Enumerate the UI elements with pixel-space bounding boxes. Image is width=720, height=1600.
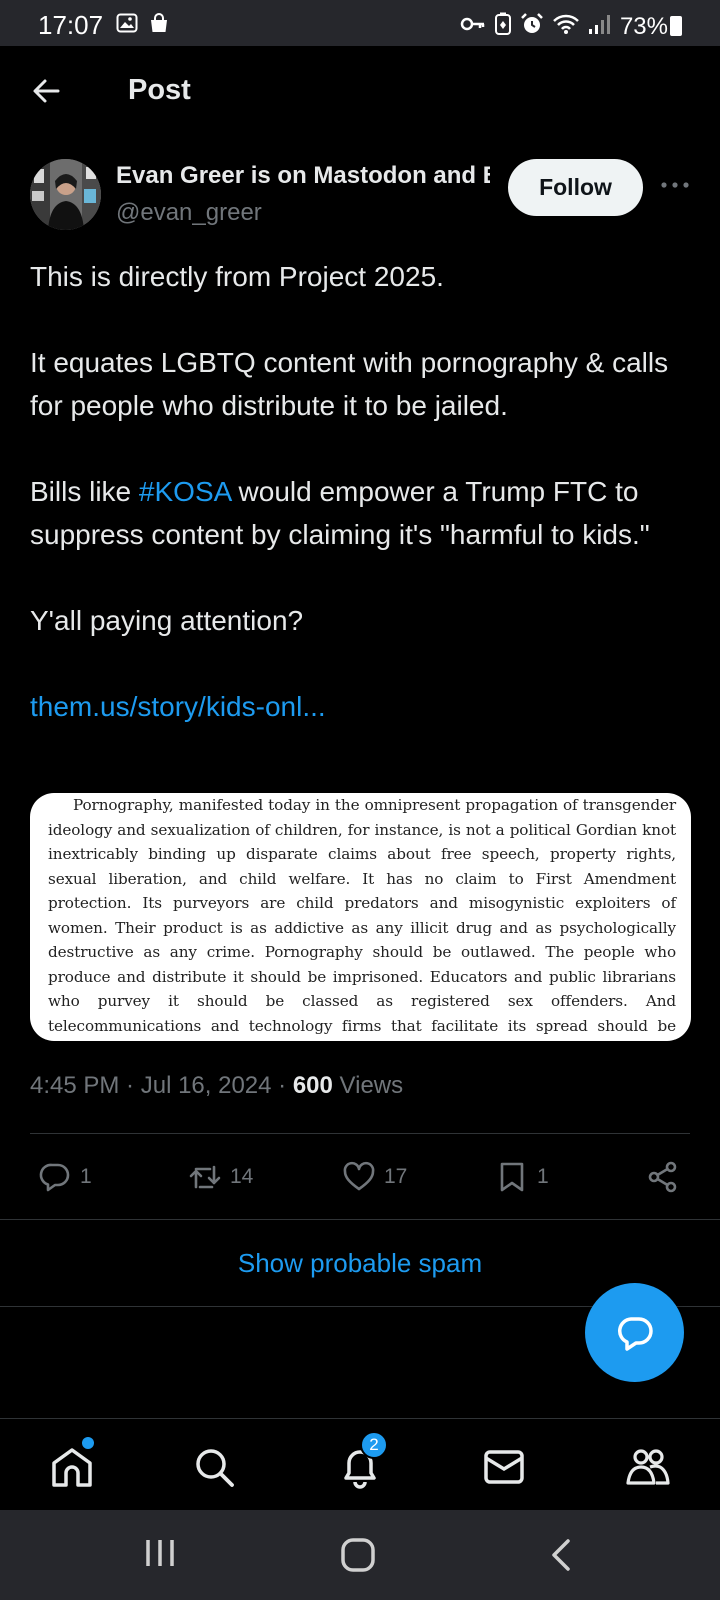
compose-reply-fab[interactable] (585, 1283, 684, 1382)
heart-icon (343, 1161, 375, 1191)
like-button[interactable]: 17 (342, 1155, 407, 1199)
post-paragraph: Bills like #KOSA would empower a Trump F… (30, 470, 695, 556)
notifications-badge: 2 (360, 1431, 388, 1459)
post-time: 4:45 PM (30, 1072, 120, 1099)
search-icon (196, 1449, 234, 1487)
bookmark-count: 1 (537, 1165, 549, 1188)
hashtag-link[interactable]: #KOSA (139, 476, 231, 507)
share-button[interactable] (646, 1155, 680, 1199)
messages-icon (484, 1450, 524, 1484)
battery-icon (670, 16, 682, 36)
bookmark-button[interactable]: 1 (495, 1155, 549, 1199)
communities-icon (626, 1449, 670, 1485)
vpn-key-icon (460, 13, 486, 40)
nav-search[interactable] (190, 1443, 238, 1491)
post-text: This is directly from Project 2025. It e… (30, 255, 695, 728)
action-bar: 1 14 17 1 (0, 1155, 720, 1199)
post-meta: 4:45 PM · Jul 16, 2024 · 600 Views (30, 1072, 404, 1099)
post-image[interactable]: Pornography, manifested today in the omn… (30, 793, 691, 1041)
reply-count: 1 (80, 1165, 92, 1188)
views-label: Views (332, 1072, 404, 1099)
post-paragraph: Y'all paying attention? (30, 605, 304, 636)
wifi-icon (552, 13, 580, 40)
post-date: Jul 16, 2024 (140, 1072, 272, 1099)
back-system-button[interactable] (548, 1538, 574, 1577)
more-horizontal-icon (661, 182, 689, 188)
avatar[interactable] (30, 159, 101, 230)
views-count[interactable]: 600 (293, 1072, 333, 1099)
top-app-bar: Post (0, 46, 720, 138)
repost-count: 14 (230, 1165, 254, 1188)
more-options-button[interactable] (660, 172, 690, 202)
image-icon (116, 12, 138, 39)
bookmark-icon (500, 1162, 524, 1192)
repost-button[interactable]: 14 (188, 1155, 253, 1199)
arrow-left-icon (33, 79, 60, 103)
battery-saver-icon (494, 12, 512, 41)
repost-icon (189, 1165, 221, 1189)
author-handle[interactable]: @evan_greer (116, 199, 262, 227)
shopping-bag-icon (148, 12, 170, 39)
post-text-segment: Bills like (30, 476, 139, 507)
battery-percent: 73% (619, 12, 668, 40)
recent-apps-button[interactable] (144, 1538, 176, 1573)
reply-icon (39, 1163, 70, 1192)
home-unread-dot (82, 1437, 94, 1449)
share-icon (648, 1161, 677, 1193)
recent-apps-icon (146, 1540, 174, 1566)
follow-button[interactable]: Follow (508, 159, 643, 216)
home-icon (52, 1448, 92, 1487)
nav-communities[interactable] (624, 1443, 672, 1491)
post-paragraph: It equates LGBTQ content with pornograph… (30, 347, 669, 421)
alarm-icon (520, 12, 544, 41)
divider (30, 1133, 690, 1134)
nav-notifications[interactable]: 2 (336, 1431, 388, 1491)
home-system-button[interactable] (340, 1538, 376, 1577)
nav-messages[interactable] (480, 1443, 528, 1491)
bottom-navigation: 2 (0, 1418, 720, 1510)
reply-plus-icon (617, 1316, 653, 1351)
reply-button[interactable]: 1 (38, 1155, 92, 1199)
signal-icon (588, 13, 610, 40)
back-button[interactable] (30, 74, 64, 108)
page-title: Post (128, 74, 191, 106)
author-name[interactable]: Evan Greer is on Mastodon and Bluesky (116, 162, 490, 190)
image-quote-text: Pornography, manifested today in the omn… (48, 796, 676, 1035)
post-paragraph: This is directly from Project 2025. (30, 261, 444, 292)
like-count: 17 (384, 1165, 408, 1188)
chevron-left-icon (552, 1539, 570, 1571)
status-time: 17:07 (38, 10, 104, 40)
nav-home[interactable] (48, 1437, 96, 1491)
system-navigation-bar (0, 1510, 720, 1600)
home-circle-icon (341, 1538, 375, 1572)
status-bar: 17:07 73% (0, 0, 720, 46)
external-link[interactable]: them.us/story/kids-onl... (30, 691, 326, 722)
